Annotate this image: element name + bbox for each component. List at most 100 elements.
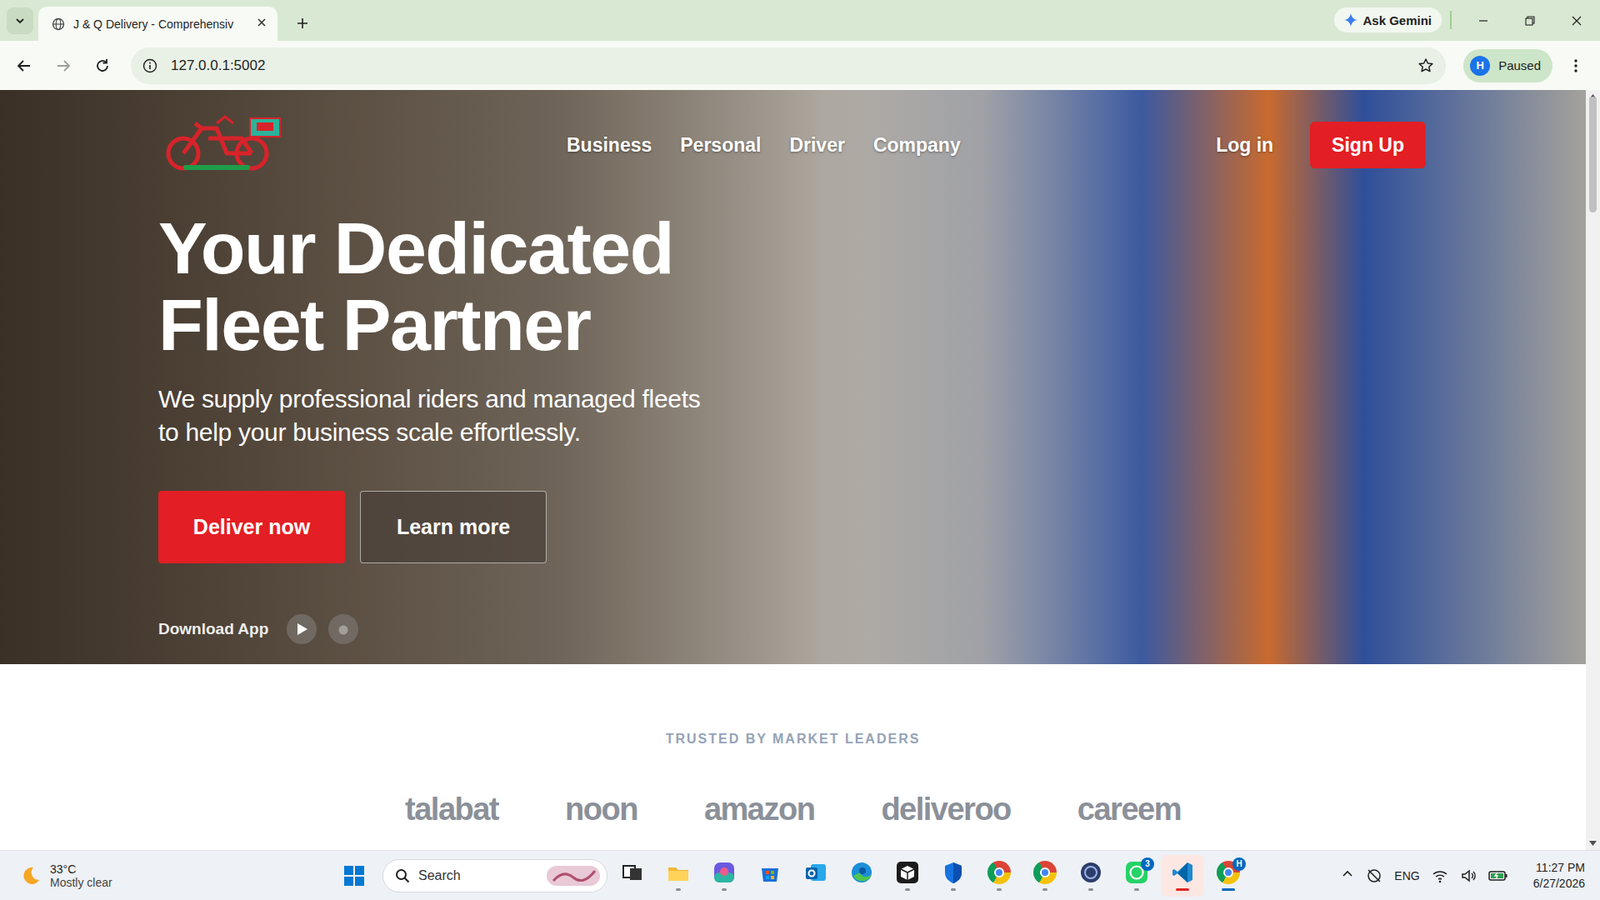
tab-title: J & Q Delivery - Comprehensiv (73, 17, 248, 31)
weather-widget[interactable]: 33°CMostly clear (0, 862, 334, 890)
chrome-icon (1033, 860, 1057, 885)
m365-icon-part (720, 867, 729, 876)
play-store-link[interactable] (286, 614, 317, 645)
taskbar: 33°CMostly clearSearch3HENG11:27 PM6/27/… (0, 850, 1600, 900)
running-indicator (1042, 888, 1048, 891)
apple-icon-part (339, 625, 349, 635)
clock[interactable]: 11:27 PM6/27/2026 (1533, 860, 1585, 892)
taskbar-app-button[interactable] (703, 855, 745, 897)
arrow-right-icon (55, 57, 72, 75)
close-icon-part (1572, 16, 1581, 25)
taskbar-app-button[interactable] (932, 855, 975, 897)
defender-icon (941, 860, 965, 885)
taskbar-app-button[interactable]: H (1207, 855, 1250, 897)
taskbar-app-button[interactable] (657, 855, 700, 897)
active-indicator (1134, 888, 1140, 891)
outlook-icon-part (809, 870, 815, 876)
sync-off-icon-part (1368, 870, 1380, 882)
trusted-section: TRUSTED BY MARKET LEADERStalabatnoonamaz… (0, 664, 1586, 830)
globe-icon-part (53, 18, 65, 30)
partner-logo: noon (565, 788, 638, 830)
active-indicator (1042, 888, 1048, 891)
restore-button[interactable] (1506, 0, 1554, 41)
new-tab-button[interactable] (289, 10, 316, 37)
motorbike-logo-icon-part (183, 123, 252, 154)
motorbike-logo-icon-part (256, 122, 274, 131)
vscode-icon-part (1177, 862, 1188, 883)
partner-logo: careem (1077, 788, 1181, 830)
motorbike-logo-icon-part (216, 116, 234, 124)
forward-button[interactable] (47, 50, 80, 82)
search-icon-part (405, 877, 410, 882)
more-vertical-icon (1567, 57, 1585, 75)
start-button[interactable] (333, 855, 375, 897)
store-icon-part (761, 868, 779, 882)
reload-button[interactable] (86, 50, 119, 82)
motorbike-logo-icon-part (183, 165, 250, 170)
plus-icon-part (297, 18, 308, 29)
profile-button[interactable]: HPaused (1463, 49, 1553, 83)
vscode-icon-part (1172, 862, 1193, 883)
taskbar-app-button[interactable] (840, 855, 883, 897)
trusted-title: TRUSTED BY MARKET LEADERS (0, 730, 1586, 748)
arrow-left-icon (15, 57, 33, 75)
tab-close-button[interactable] (255, 16, 268, 32)
input-language[interactable]: ENG (1394, 869, 1420, 883)
scroll-thumb[interactable] (1589, 96, 1597, 213)
secondary-button[interactable]: Learn more (360, 490, 547, 564)
taskbar-app-button[interactable] (1024, 855, 1066, 897)
running-indicator (1134, 888, 1140, 891)
close-icon (1570, 14, 1584, 28)
weather-temp: 33°C (50, 862, 113, 876)
minimize-icon (1476, 14, 1490, 28)
play-store-icon-part (297, 623, 308, 635)
globe-icon (51, 17, 65, 31)
nav-link[interactable]: Company (873, 134, 961, 157)
weather-condition: Mostly clear (50, 875, 113, 890)
nav-link[interactable]: Driver (789, 134, 845, 157)
search-highlight-icon-part (546, 865, 600, 886)
taskbar-app-button[interactable] (1161, 855, 1204, 897)
taskbar-apps: 3H (611, 855, 1250, 897)
more-vertical-icon-part (1574, 64, 1577, 67)
taskbar-search[interactable]: Search (382, 859, 608, 893)
site-logo[interactable] (158, 113, 288, 177)
back-button[interactable] (8, 50, 40, 82)
page-scrollbar[interactable] (1585, 90, 1600, 850)
triangle-down-icon (1589, 840, 1597, 846)
close-window-button[interactable] (1553, 0, 1600, 41)
scroll-down-button[interactable] (1585, 836, 1600, 850)
signup-button[interactable]: Sign Up (1310, 121, 1426, 169)
search-highlight-icon-part (553, 870, 595, 881)
wifi-icon-part (1433, 870, 1447, 879)
taskbar-app-button[interactable] (1070, 855, 1112, 897)
show-hidden-icons-button[interactable] (1340, 867, 1355, 885)
minimize-icon-part (1479, 20, 1488, 21)
browser-menu-button[interactable] (1560, 50, 1592, 82)
primary-button[interactable]: Deliver now (158, 490, 345, 564)
taskbar-app-button[interactable] (978, 855, 1020, 897)
ask-gemini-button[interactable]: Ask Gemini (1334, 7, 1442, 33)
taskbar-app-button[interactable] (795, 855, 837, 897)
taskbar-app-button[interactable] (611, 855, 654, 897)
minimize-button[interactable] (1460, 0, 1507, 41)
login-link[interactable]: Log in (1215, 134, 1274, 157)
address-bar[interactable]: 127.0.0.1:5002 (130, 47, 1446, 85)
browser-tab[interactable]: J & Q Delivery - Comprehensiv (38, 6, 278, 41)
nav-link[interactable]: Personal (680, 134, 761, 157)
hero-buttons: Deliver nowLearn more (158, 490, 1426, 564)
partner-logo: deliveroo (880, 788, 1010, 830)
scroll-track[interactable] (1585, 103, 1600, 837)
web-page: Business Personal Driver Company Log in Sign … (0, 90, 1586, 850)
tab-search-button[interactable] (6, 7, 34, 35)
tab-strip-divider (1450, 10, 1452, 30)
headline-line: Fleet Partner (158, 286, 1426, 364)
taskbar-app-button[interactable] (749, 855, 791, 897)
app-store-link[interactable] (328, 614, 359, 645)
chevron-down-icon-part (16, 19, 24, 23)
taskbar-app-button[interactable] (886, 855, 929, 897)
address-text[interactable]: 127.0.0.1:5002 (170, 57, 1405, 75)
nav-link[interactable]: Business (566, 134, 652, 157)
taskbar-app-button[interactable]: 3 (1115, 855, 1158, 897)
apple-icon (335, 621, 351, 637)
